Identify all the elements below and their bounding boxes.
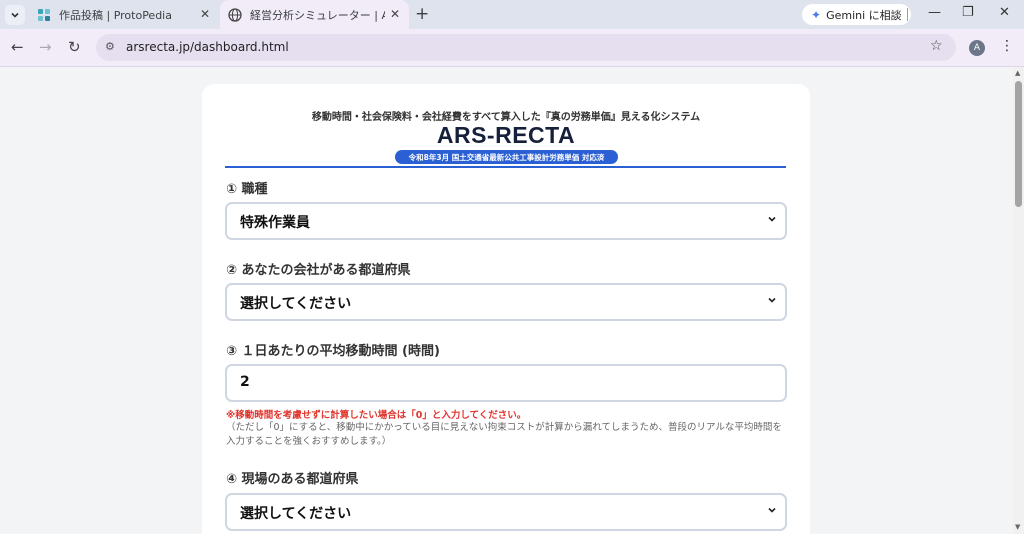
header-divider <box>225 166 786 168</box>
chevron-down-icon <box>767 505 777 518</box>
address-bar[interactable]: ⚙ arsrecta.jp/dashboard.html ☆ <box>96 34 956 61</box>
form-card: 移動時間・社会保険料・会社経費をすべて算入した『真の労務単価』見える化システム … <box>202 84 810 534</box>
note-text: （ただし「0」にすると、移動中にかかっている目に見えない拘束コストが計算から漏れ… <box>226 422 782 447</box>
close-tab-icon[interactable]: ✕ <box>200 7 210 21</box>
back-arrow-icon[interactable]: ← <box>11 38 24 56</box>
new-tab-icon[interactable]: + <box>415 4 429 24</box>
scroll-down-icon[interactable]: ▼ <box>1015 523 1020 531</box>
selected-value: 選択してください <box>240 506 352 522</box>
close-tab-icon[interactable]: ✕ <box>390 7 400 21</box>
scroll-up-icon[interactable]: ▲ <box>1015 69 1020 77</box>
tab-title: 作品投稿 | ProtoPedia <box>59 8 172 22</box>
page-scrollbar[interactable]: ▲ ▼ <box>1013 67 1024 534</box>
page-viewport: 移動時間・社会保険料・会社経費をすべて算入した『真の労務単価』見える化システム … <box>0 67 1013 534</box>
warning-text: ※移動時間を考慮せずに計算したい場合は「0」と入力してください。 <box>226 410 527 421</box>
tab-title: 経営分析シミュレーター | ARS-RECTA <box>250 8 385 22</box>
site-prefecture-select[interactable]: 選択してください <box>225 493 787 531</box>
company-prefecture-select[interactable]: 選択してください <box>225 283 787 321</box>
selected-value: 特殊作業員 <box>240 215 310 231</box>
browser-toolbar: ← → ↻ ⚙ arsrecta.jp/dashboard.html ☆ A ⋮ <box>0 29 1024 67</box>
chevron-down-icon <box>767 214 777 227</box>
minimize-icon[interactable]: — <box>928 5 941 20</box>
occupation-select[interactable]: 特殊作業員 <box>225 202 787 240</box>
chevron-down-icon <box>767 295 777 308</box>
kebab-menu-icon[interactable]: ⋮ <box>1000 38 1014 54</box>
tab-strip: 作品投稿 | ProtoPedia ✕ 経営分析シミュレーター | ARS-RE… <box>0 0 1024 29</box>
globe-icon <box>228 7 242 22</box>
gemini-label: Gemini に相談 <box>826 8 902 22</box>
protopedia-icon <box>37 8 51 22</box>
travel-time-input[interactable]: 2 <box>225 364 787 402</box>
gemini-button[interactable]: ✦ Gemini に相談 <box>802 4 911 25</box>
url-text[interactable]: arsrecta.jp/dashboard.html <box>126 40 289 54</box>
input-value: 2 <box>240 374 250 390</box>
field-label-occupation: ① 職種 <box>226 182 268 197</box>
tab-ars-recta[interactable]: 経営分析シミュレーター | ARS-RECTA ✕ <box>220 0 409 29</box>
gemini-sparkle-icon: ✦ <box>811 7 822 22</box>
close-window-icon[interactable]: ✕ <box>999 5 1010 20</box>
brand-title: ARS-RECTA <box>436 122 576 148</box>
forward-arrow-icon[interactable]: → <box>39 38 52 56</box>
update-badge: 令和8年3月 国土交通省最新公共工事設計労務単価 対応済 <box>395 150 618 164</box>
bookmark-star-icon[interactable]: ☆ <box>930 38 943 54</box>
field-label-site-prefecture: ④ 現場のある都道府県 <box>226 472 359 487</box>
profile-avatar[interactable]: A <box>969 40 985 56</box>
field-label-company-prefecture: ② あなたの会社がある都道府県 <box>226 263 411 278</box>
page-subtitle: 移動時間・社会保険料・会社経費をすべて算入した『真の労務単価』見える化システム <box>311 112 701 123</box>
divider <box>907 8 908 21</box>
site-info-icon[interactable]: ⚙ <box>105 40 115 53</box>
tab-search-button[interactable] <box>5 5 25 25</box>
field-label-travel-time: ③ １日あたりの平均移動時間 (時間) <box>226 344 440 359</box>
selected-value: 選択してください <box>240 296 352 312</box>
scrollbar-thumb[interactable] <box>1015 81 1022 207</box>
chevron-down-icon <box>11 12 19 18</box>
reload-icon[interactable]: ↻ <box>68 38 81 56</box>
tab-protopedia[interactable]: 作品投稿 | ProtoPedia ✕ <box>37 0 220 29</box>
restore-icon[interactable]: ❐ <box>962 5 974 20</box>
